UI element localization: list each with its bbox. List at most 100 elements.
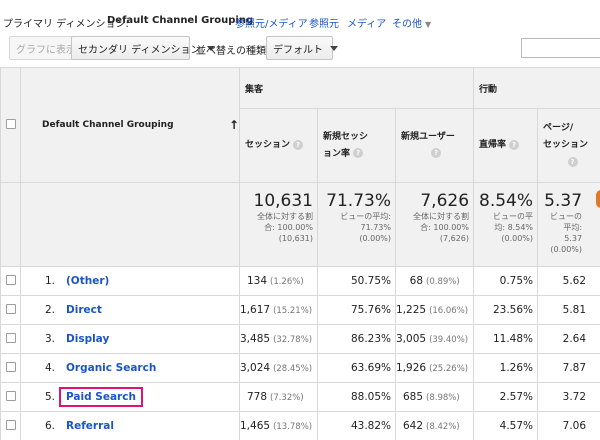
dimension-link-medium[interactable]: メディア (347, 15, 386, 30)
help-icon[interactable]: ? (509, 139, 520, 150)
row-checkbox-cell (0, 382, 21, 412)
new-users-percent: (0.89%) (426, 277, 460, 287)
channel-name: Direct (66, 304, 102, 316)
dimension-column-header[interactable]: Default Channel Grouping ↑ (20, 67, 240, 183)
summary-new-session-rate-sub2: 71.73% (360, 223, 391, 232)
cell-new-users: 68 (0.89%) (394, 266, 475, 296)
select-all-checkbox[interactable] (5, 118, 16, 129)
cell-sessions: 3,024 (28.45%) (239, 353, 318, 383)
group-header-behavior: 行動 (473, 67, 600, 109)
summary-sessions-value: 10,631 (253, 191, 313, 211)
cell-sessions: 134 (1.26%) (239, 266, 318, 296)
channel-link[interactable]: Referral (64, 420, 114, 432)
row-checkbox-cell (0, 266, 21, 296)
help-icon[interactable]: ? (293, 139, 304, 150)
sessions-percent: (15.21%) (273, 306, 313, 316)
cell-new-users: 642 (8.42%) (394, 411, 475, 440)
summary-bounce-rate-value: 8.54% (479, 191, 534, 211)
cell-new-session-rate: 88.05% (317, 382, 396, 412)
cell-bounce-rate: 11.48% (473, 324, 539, 354)
summary-new-users-value: 7,626 (420, 191, 470, 211)
column-header-sessions[interactable]: セッション? (239, 108, 318, 183)
dimension-link-other[interactable]: その他 ▼ (392, 15, 431, 30)
cell-new-session-rate: 86.23% (317, 324, 396, 354)
table-row[interactable]: 3. Display 3,485 (32.78%) 86.23% 3,005 (39.40%… (0, 324, 600, 354)
new-users-percent: (8.98%) (426, 393, 460, 403)
sessions-value: 3,485 (240, 333, 271, 345)
column-header-new-session-rate[interactable]: 新規セッション率? (317, 108, 396, 183)
summary-new-users: 7,626 全体に対する割 合: 100.00% (7,626) (394, 182, 475, 267)
row-checkbox[interactable] (5, 332, 16, 343)
table-row[interactable]: 4. Organic Search 3,024 (28.45%) 63.69% 1,926… (0, 353, 600, 383)
scroll-handle[interactable] (596, 190, 600, 208)
column-header-new-session-rate-line2: ョン率 (323, 148, 351, 159)
chevron-down-icon (330, 45, 338, 51)
cell-new-users: 3,005 (39.40%) (394, 324, 475, 354)
secondary-dimension-select[interactable]: セカンダリ ディメンション (71, 36, 216, 60)
table-row[interactable]: 2. Direct 1,617 (15.21%) 75.76% 1,225 (16.06%)… (0, 295, 600, 325)
summary-pages-sub2: 平均: (563, 223, 583, 232)
row-checkbox[interactable] (5, 390, 16, 401)
help-icon[interactable]: ? (567, 156, 578, 167)
sort-arrow-up-icon: ↑ (229, 118, 240, 132)
cell-new-session-rate: 50.75% (317, 266, 396, 296)
row-number: 6. (44, 420, 55, 432)
row-checkbox-cell (0, 353, 21, 383)
cell-new-users: 1,926 (25.26%) (394, 353, 475, 383)
summary-pages-sub3: 5.37 (564, 234, 583, 243)
chevron-down-icon: ▼ (425, 20, 432, 29)
row-checkbox[interactable] (5, 419, 16, 430)
summary-row: 10,631 全体に対する割 合: 100.00% (10,631) 71.73… (0, 182, 600, 267)
sessions-percent: (32.78%) (273, 335, 313, 345)
cell-pages-per-session: 2.64 (537, 324, 600, 354)
table-row[interactable]: 6. Referral 1,465 (13.78%) 43.82% 642 (8.42%) 4… (0, 411, 600, 440)
column-header-bounce-rate[interactable]: 直帰率? (473, 108, 539, 183)
column-header-new-session-rate-line1: 新規セッシ (323, 131, 369, 142)
sort-type-select[interactable]: デフォルト (266, 36, 338, 60)
summary-new-users-sub1: 全体に対する割 (413, 212, 470, 221)
summary-new-session-rate: 71.73% ビューの平均: 71.73% (0.00%) (317, 182, 396, 267)
sort-type-value: デフォルト (273, 44, 323, 56)
channel-link[interactable]: Display (64, 333, 109, 345)
help-icon[interactable]: ? (353, 148, 364, 158)
column-header-pages-per-session[interactable]: ページ/セッション? (537, 108, 600, 183)
cell-pages-per-session: 7.06 (537, 411, 600, 440)
summary-sessions-sub1: 全体に対する割 (257, 212, 313, 221)
channel-name: (Other) (66, 275, 110, 287)
table-row[interactable]: 1. (Other) 134 (1.26%) 50.75% 68 (0.89%) 0.75% 5… (0, 266, 600, 296)
dimension-link-source-medium[interactable]: 参照元/メディア (235, 15, 308, 30)
row-number: 1. (44, 275, 55, 287)
cell-new-session-rate: 75.76% (317, 295, 396, 325)
summary-checkbox-cell (0, 182, 21, 267)
report-table: Default Channel Grouping ↑ 集客 行動 セッション? … (0, 67, 600, 440)
channel-link[interactable]: Paid Search (59, 387, 143, 407)
sessions-value: 1,617 (240, 304, 271, 316)
summary-new-users-sub3: (7,626) (439, 234, 470, 243)
cell-pages-per-session: 7.87 (537, 353, 600, 383)
cell-new-session-rate: 63.69% (317, 353, 396, 383)
help-icon[interactable]: ? (431, 148, 441, 158)
row-checkbox[interactable] (5, 274, 16, 285)
dimension-link-source[interactable]: 参照元 (309, 15, 339, 30)
column-header-pages-line1: ページ/ (543, 123, 574, 133)
row-checkbox[interactable] (5, 303, 16, 314)
channel-link[interactable]: Organic Search (64, 362, 156, 374)
new-users-value: 3,005 (396, 333, 427, 345)
channel-link[interactable]: (Other) (64, 275, 109, 287)
select-all-cell (0, 67, 21, 183)
table-row[interactable]: 5. Paid Search 778 (7.32%) 88.05% 685 (8.98%) 2… (0, 382, 600, 412)
table-search-input[interactable] (521, 38, 600, 58)
row-checkbox[interactable] (5, 361, 16, 372)
row-dimension-cell: 6. Referral (20, 411, 240, 440)
cell-new-users: 1,225 (16.06%) (394, 295, 475, 325)
group-header-acquisition: 集客 (238, 67, 475, 109)
channel-name: Display (66, 333, 110, 345)
summary-pages-sub4: (0.00%) (550, 245, 583, 254)
summary-pages-sub1: ビューの (550, 212, 583, 221)
column-header-new-users[interactable]: 新規ユーザー? (394, 108, 475, 183)
channel-link[interactable]: Direct (64, 304, 102, 316)
new-users-value: 1,225 (396, 304, 427, 316)
sessions-percent: (28.45%) (273, 364, 313, 374)
cell-sessions: 3,485 (32.78%) (239, 324, 318, 354)
cell-sessions: 1,617 (15.21%) (239, 295, 318, 325)
